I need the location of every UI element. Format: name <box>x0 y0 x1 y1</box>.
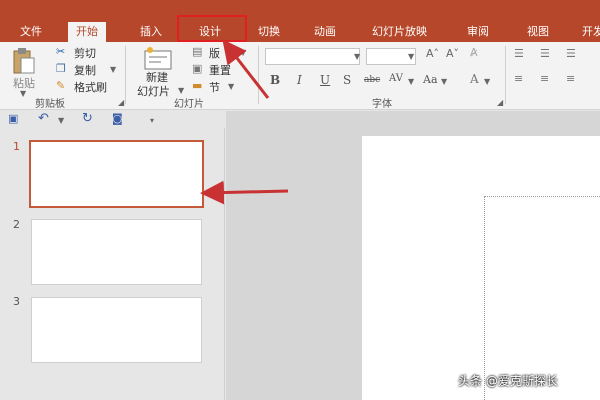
arrow-to-design-tab <box>222 39 270 99</box>
watermark: 头条 @爱克斯探长 <box>458 374 558 388</box>
arrow-to-slide-1 <box>200 180 289 205</box>
annotation-arrows <box>200 39 289 205</box>
powerpoint-window: 文件 开始 插入 设计 切换 动画 幻灯片放映 审阅 视图 开发 粘贴 ▼ ✂ … <box>0 0 600 400</box>
